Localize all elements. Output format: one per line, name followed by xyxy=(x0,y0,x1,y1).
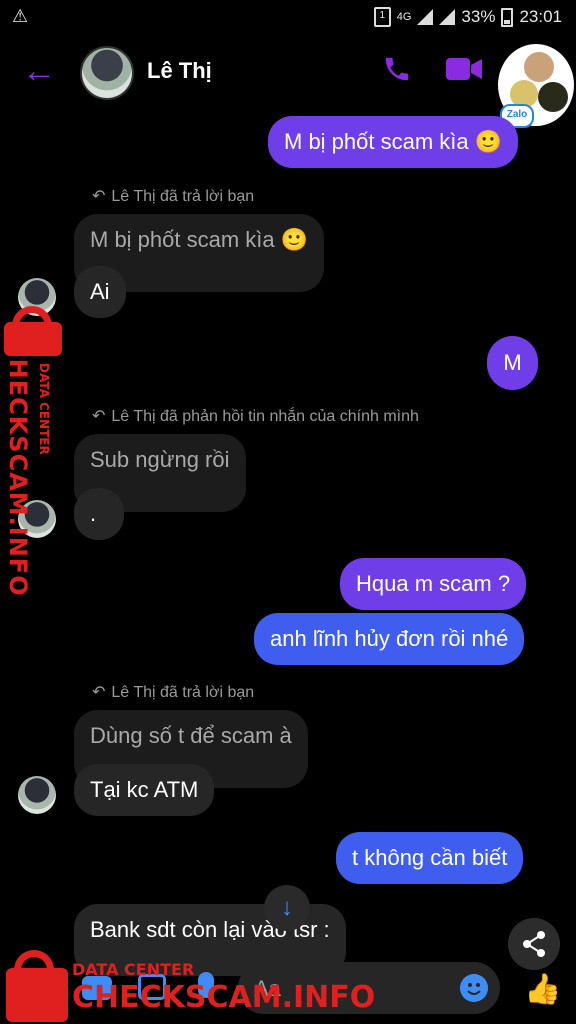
message-outgoing[interactable]: M xyxy=(487,336,538,390)
reply-arrow-icon: ↶ xyxy=(92,684,106,701)
phone-icon[interactable] xyxy=(382,54,412,84)
watermark-big-bottom: CHECKSCAM.INFO xyxy=(72,980,376,1015)
message-incoming[interactable]: Tại kc ATM xyxy=(74,764,215,816)
scroll-down-button[interactable]: ↓ xyxy=(264,885,310,931)
avatar[interactable] xyxy=(18,776,56,814)
emoji-icon[interactable] xyxy=(460,974,488,1002)
battery-icon xyxy=(501,7,514,27)
reply-note: ↶ Lê Thị đã trả lời bạn xyxy=(92,186,254,206)
reply-arrow-icon: ↶ xyxy=(92,408,106,425)
signal-icon xyxy=(417,9,434,25)
reply-note-text: Lê Thị đã phản hồi tin nhắn của chính mì… xyxy=(111,408,419,425)
clock: 23:01 xyxy=(519,7,562,26)
reply-arrow-icon: ↶ xyxy=(92,188,106,205)
chat-head-photo-3 xyxy=(538,82,568,112)
status-right: 1 4G 33% 23:01 xyxy=(373,7,562,27)
reply-note-text: Lê Thị đã trả lời bạn xyxy=(111,188,255,205)
contact-name[interactable]: Lê Thị xyxy=(147,58,212,84)
signal-icon-2 xyxy=(439,9,456,25)
status-bar: ⚠ 1 4G 33% 23:01 xyxy=(0,0,576,34)
thumbs-up-icon[interactable]: 👍 xyxy=(524,972,561,1007)
chat-head-photo-1 xyxy=(524,52,554,82)
network-type: 4G xyxy=(396,11,412,23)
sim-icon: 1 xyxy=(373,7,391,27)
reply-note: ↶ Lê Thị đã phản hồi tin nhắn của chính m… xyxy=(92,406,419,426)
watermark-small: DATA CENTER xyxy=(37,363,51,455)
warning-icon: ⚠ xyxy=(12,6,29,26)
message-outgoing[interactable]: M bị phốt scam kìa 🙂 xyxy=(268,116,519,168)
back-arrow-icon[interactable]: ← xyxy=(22,54,56,88)
watermark-big: CHECKSCAM.INFO xyxy=(4,340,32,597)
message-incoming[interactable]: . xyxy=(74,488,124,540)
watermark-small-bottom: DATA CENTER xyxy=(72,960,195,979)
video-camera-icon[interactable] xyxy=(446,56,482,82)
message-outgoing[interactable]: t không cần biết xyxy=(336,832,524,884)
message-outgoing[interactable]: anh lĩnh hủy đơn rồi nhé xyxy=(254,613,525,665)
message-incoming[interactable]: Ai xyxy=(74,266,126,318)
avatar[interactable] xyxy=(80,46,134,100)
reply-note: ↶ Lê Thị đã trả lời bạn xyxy=(92,682,254,702)
chat-header: ← Lê Thị xyxy=(0,34,576,114)
reply-note-text: Lê Thị đã trả lời bạn xyxy=(111,684,255,701)
message-outgoing[interactable]: Hqua m scam ? xyxy=(340,558,527,610)
battery-percent: 33% xyxy=(461,7,496,26)
